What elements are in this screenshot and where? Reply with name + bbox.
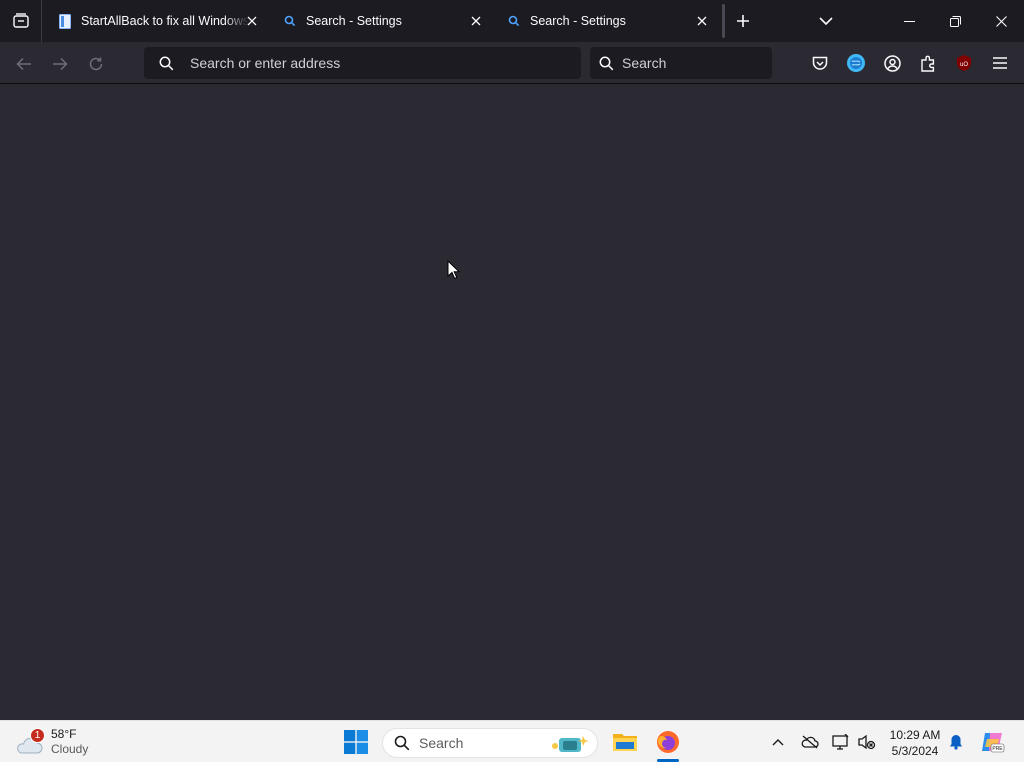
tab-search-settings-1[interactable]: Search - Settings bbox=[274, 0, 490, 42]
search-icon bbox=[506, 13, 522, 29]
notifications-button[interactable] bbox=[946, 732, 966, 752]
file-explorer-icon bbox=[613, 734, 637, 751]
search-highlight-icon bbox=[549, 732, 591, 759]
tab-title: Search - Settings bbox=[306, 14, 402, 28]
taskbar-search-label: Search bbox=[419, 735, 464, 751]
extension-globe-icon bbox=[847, 54, 865, 72]
close-icon[interactable] bbox=[468, 13, 484, 29]
pocket-icon bbox=[812, 56, 828, 70]
mouse-cursor-icon bbox=[447, 259, 461, 285]
forward-button[interactable] bbox=[47, 51, 73, 77]
reload-button[interactable] bbox=[83, 51, 109, 77]
close-icon bbox=[995, 15, 1007, 27]
extension-globe-button[interactable] bbox=[844, 51, 868, 75]
firefox-icon bbox=[657, 731, 679, 753]
search-input[interactable] bbox=[622, 55, 762, 71]
firefox-taskbar-button[interactable] bbox=[650, 725, 686, 759]
account-icon bbox=[883, 54, 901, 72]
onedrive-button[interactable] bbox=[800, 732, 820, 752]
copilot-pre-icon: PRE bbox=[982, 733, 1005, 753]
firefox-view-icon bbox=[12, 13, 29, 28]
tab-bar: StartAllBack to fix all Windows 11 issue… bbox=[0, 0, 1024, 42]
close-icon[interactable] bbox=[244, 13, 260, 29]
start-button[interactable] bbox=[338, 725, 374, 759]
ublock-origin-button[interactable]: uO bbox=[952, 51, 976, 75]
windows-start-icon bbox=[344, 730, 368, 754]
clock[interactable]: 10:29 AM 5/3/2024 bbox=[884, 727, 946, 759]
back-icon bbox=[16, 57, 31, 71]
ublock-origin-icon: uO bbox=[957, 55, 971, 71]
chevron-up-icon bbox=[772, 739, 784, 746]
cloud-icon: 1 bbox=[14, 727, 46, 757]
svg-text:uO: uO bbox=[960, 62, 968, 68]
search-icon bbox=[146, 56, 186, 71]
volume-button[interactable] bbox=[857, 732, 877, 752]
address-bar[interactable] bbox=[144, 47, 581, 79]
tab-startallback[interactable]: StartAllBack to fix all Windows 11 issue… bbox=[48, 0, 266, 42]
url-input[interactable] bbox=[190, 55, 570, 71]
tab-title: Search - Settings bbox=[530, 14, 626, 28]
restore-icon bbox=[949, 15, 961, 27]
document-icon bbox=[57, 13, 73, 29]
menu-button[interactable] bbox=[988, 51, 1012, 75]
search-bar[interactable] bbox=[590, 47, 772, 79]
close-icon[interactable] bbox=[694, 13, 710, 29]
file-explorer-button[interactable] bbox=[607, 725, 643, 759]
taskbar: 1 58°F Cloudy Search 10:29 AM 5/3/2024 P… bbox=[0, 720, 1024, 762]
forward-icon bbox=[53, 57, 68, 71]
chevron-down-icon bbox=[819, 17, 833, 26]
search-icon bbox=[282, 13, 298, 29]
speaker-muted-icon bbox=[858, 734, 876, 750]
list-all-tabs-button[interactable] bbox=[814, 10, 838, 32]
menu-icon bbox=[993, 57, 1007, 69]
show-hidden-icons-button[interactable] bbox=[768, 732, 788, 752]
page-content[interactable] bbox=[0, 84, 1024, 720]
new-tab-button[interactable] bbox=[732, 10, 754, 32]
reload-icon bbox=[89, 57, 103, 71]
taskbar-search[interactable]: Search bbox=[382, 728, 598, 758]
plus-icon bbox=[737, 15, 749, 27]
minimize-icon bbox=[903, 20, 915, 22]
close-window-button[interactable] bbox=[978, 0, 1024, 42]
search-icon bbox=[590, 56, 622, 71]
search-icon bbox=[385, 735, 419, 751]
extensions-icon bbox=[921, 55, 935, 72]
weather-condition: Cloudy bbox=[51, 742, 89, 756]
pocket-button[interactable] bbox=[808, 51, 832, 75]
tab-title: StartAllBack to fix all Windows 11 issue… bbox=[81, 14, 249, 28]
onedrive-offline-icon bbox=[801, 735, 819, 749]
clock-time: 10:29 AM bbox=[889, 728, 941, 742]
firefox-view-button[interactable] bbox=[0, 0, 42, 42]
weather-temperature: 58°F bbox=[51, 727, 77, 741]
extensions-button[interactable] bbox=[916, 51, 940, 75]
back-button[interactable] bbox=[11, 51, 37, 77]
tab-separator bbox=[722, 4, 725, 38]
weather-badge: 1 bbox=[30, 728, 45, 743]
tab-search-settings-2[interactable]: Search - Settings bbox=[498, 0, 716, 42]
weather-widget[interactable]: 1 58°F Cloudy bbox=[14, 725, 88, 759]
copilot-button[interactable]: PRE bbox=[974, 725, 1010, 759]
display-button[interactable] bbox=[831, 732, 851, 752]
clock-date: 5/3/2024 bbox=[891, 744, 939, 758]
minimize-button[interactable] bbox=[886, 0, 932, 42]
account-button[interactable] bbox=[880, 51, 904, 75]
bell-icon bbox=[950, 735, 962, 750]
display-icon bbox=[832, 734, 849, 750]
restore-button[interactable] bbox=[932, 0, 978, 42]
svg-text:PRE: PRE bbox=[992, 746, 1003, 752]
navigation-toolbar: uO bbox=[0, 42, 1024, 84]
